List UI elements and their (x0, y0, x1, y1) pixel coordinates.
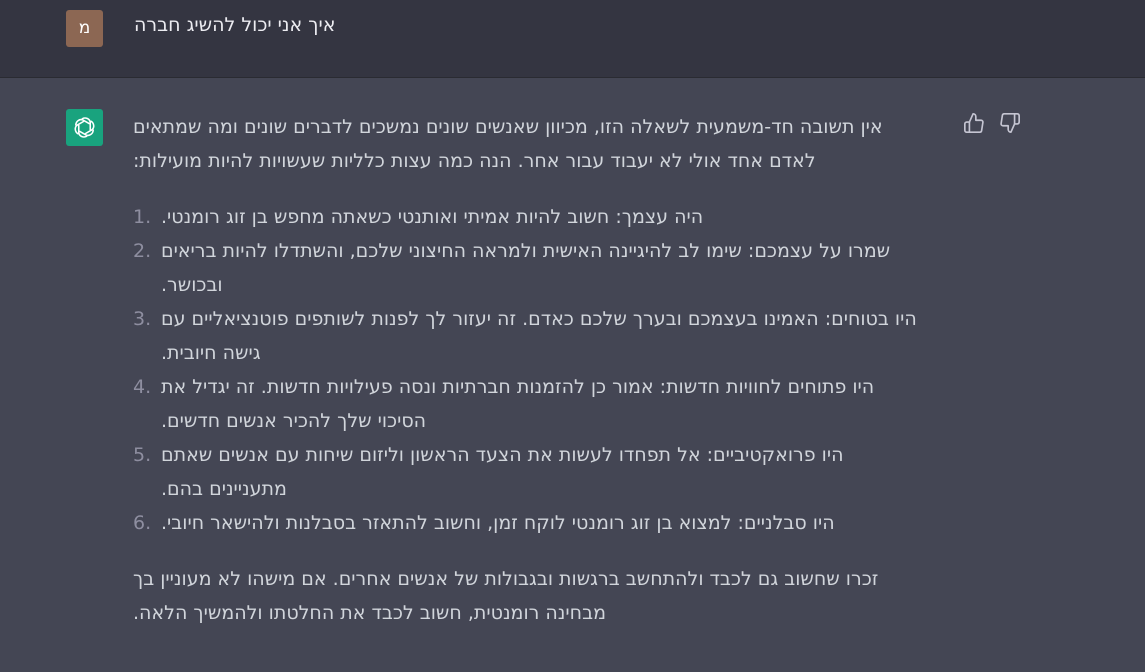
list-item: 1. היה עצמך: חשוב להיות אמיתי ואותנטי כש… (133, 200, 933, 234)
list-number: 6. (133, 512, 152, 534)
list-item: 3. היו בטוחים: האמינו בעצמכם ובערך שלכם … (133, 302, 933, 370)
user-avatar: מ (66, 10, 103, 47)
list-item: 2. שמרו על עצמכם: שימו לב להיגיינה האישי… (133, 234, 933, 302)
user-question: איך אני יכול להשיג חברה (134, 14, 336, 36)
assistant-answer: אין תשובה חד-משמעית לשאלה הזו, מכיוון שא… (133, 110, 933, 630)
list-number: 3. (133, 308, 152, 330)
list-item-text: היו בטוחים: האמינו בעצמכם ובערך שלכם כאד… (161, 308, 917, 364)
list-item: 5. היו פרואקטיביים: אל תפחדו לעשות את הצ… (133, 438, 933, 506)
answer-intro: אין תשובה חד-משמעית לשאלה הזו, מכיוון שא… (133, 116, 883, 172)
assistant-message-row: אין תשובה חד-משמעית לשאלה הזו, מכיוון שא… (0, 78, 1145, 672)
thumbs-up-icon (964, 113, 984, 133)
answer-closing: זכרו שחשוב גם לכבד ולהתחשב ברגשות ובגבול… (133, 568, 879, 624)
tips-list: 1. היה עצמך: חשוב להיות אמיתי ואותנטי כש… (133, 200, 933, 540)
list-item: 4. היו פתוחים לחוויות חדשות: אמור כן להז… (133, 370, 933, 438)
list-item-text: היו סבלניים: למצוא בן זוג רומנטי לוקח זמ… (161, 512, 835, 534)
list-number: 5. (133, 444, 152, 466)
list-item-text: היו פתוחים לחוויות חדשות: אמור כן להזמנו… (161, 376, 875, 432)
openai-logo-icon (74, 117, 95, 138)
list-item-text: שמרו על עצמכם: שימו לב להיגיינה האישית ו… (161, 240, 891, 296)
user-message-row: מ איך אני יכול להשיג חברה (0, 0, 1145, 78)
thumbs-down-button[interactable] (999, 112, 1021, 138)
list-number: 2. (133, 240, 152, 262)
list-item-text: היה עצמך: חשוב להיות אמיתי ואותנטי כשאתה… (161, 206, 704, 228)
thumbs-down-icon (1000, 113, 1020, 133)
list-item-text: היו פרואקטיביים: אל תפחדו לעשות את הצעד … (161, 444, 844, 500)
list-number: 4. (133, 376, 152, 398)
list-number: 1. (133, 206, 152, 228)
thumbs-up-button[interactable] (963, 112, 985, 138)
assistant-avatar (66, 109, 103, 146)
list-item: 6. היו סבלניים: למצוא בן זוג רומנטי לוקח… (133, 506, 933, 540)
